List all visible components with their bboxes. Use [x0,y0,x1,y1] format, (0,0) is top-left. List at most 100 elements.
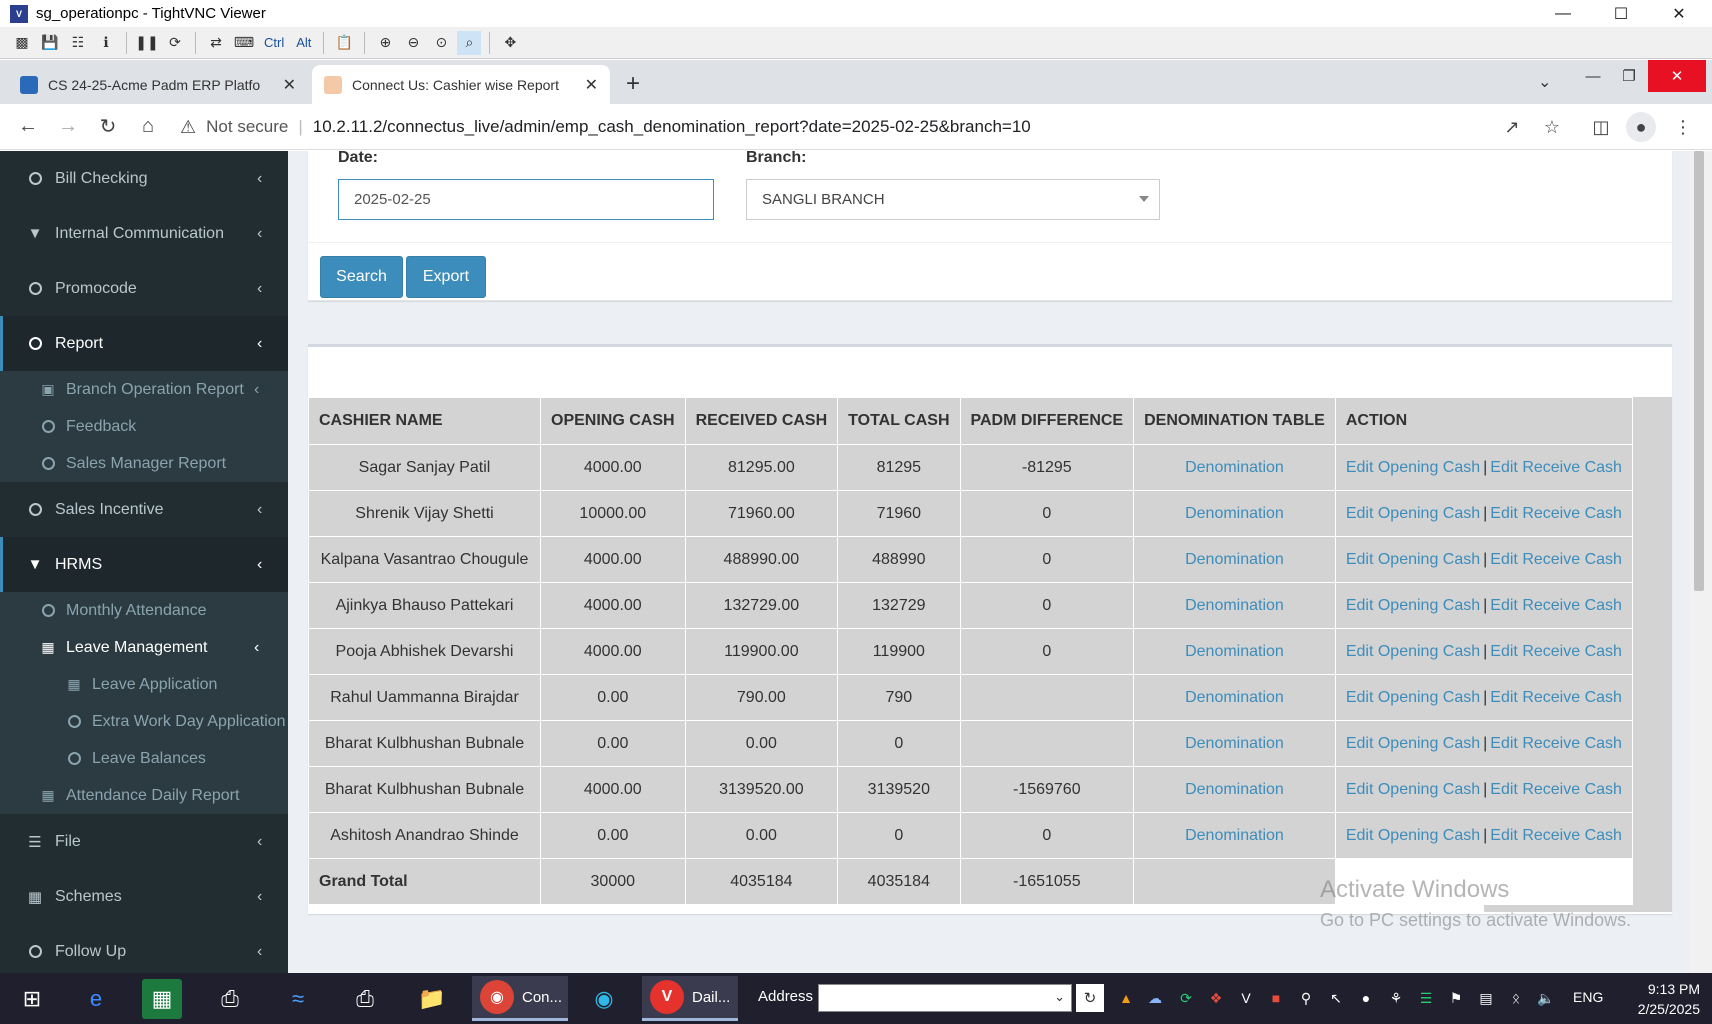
tab-search-chevron-icon[interactable]: ⌄ [1538,72,1551,92]
edit-opening-cash-link[interactable]: Edit Opening Cash [1346,597,1480,614]
side-panel-icon[interactable]: ◫ [1586,112,1616,142]
sidebar-item-file[interactable]: ☰ File ‹ [0,814,288,869]
fax-icon[interactable]: ⎙ [345,979,385,1019]
printer-icon[interactable]: ⎙ [210,979,250,1019]
denomination-link[interactable]: Denomination [1185,459,1284,476]
sidebar-item-schemes[interactable]: ▦ Schemes ‹ [0,869,288,924]
taskbar-chrome-button[interactable]: ◉ Con... [472,976,568,1021]
sidebar-item-leave-application[interactable]: ▦ Leave Application [0,666,288,703]
ctrl-alt-del-icon[interactable]: ⌨ [232,31,256,55]
edit-receive-cash-link[interactable]: Edit Receive Cash [1490,735,1622,752]
sidebar-item-follow-up[interactable]: Follow Up ‹ [0,924,288,973]
spreadsheet-icon[interactable]: ▦ [142,979,182,1019]
new-connection-icon[interactable]: ▩ [10,31,34,55]
tray-cursor-icon[interactable]: ↖ [1324,986,1348,1010]
sync-icon[interactable]: ⟳ [1174,986,1198,1010]
taskbar-vivaldi-button[interactable]: V Dail... [642,976,738,1021]
denomination-link[interactable]: Denomination [1185,505,1284,522]
alt-key-button[interactable]: Alt [292,31,315,55]
taskbar-address-input[interactable]: ⌄ [818,984,1072,1012]
tray-search-icon[interactable]: ⚲ [1294,986,1318,1010]
home-icon[interactable]: ⌂ [128,109,168,145]
profile-avatar-icon[interactable]: ● [1626,112,1656,142]
tab-erp-platform[interactable]: CS 24-25-Acme Padm ERP Platfo ✕ [8,65,308,104]
sidebar-item-leave-management[interactable]: ▦ Leave Management ‹ [0,629,288,666]
tray-red-icon[interactable]: ■ [1264,986,1288,1010]
refresh-icon[interactable]: ⟳ [163,31,187,55]
edit-receive-cash-link[interactable]: Edit Receive Cash [1490,459,1622,476]
url-omnibox[interactable]: ⚠ Not secure | 10.2.11.2/connectus_live/… [180,110,1480,144]
sidebar-item-sales-incentive[interactable]: Sales Incentive ‹ [0,482,288,537]
reload-icon[interactable]: ↻ [88,109,128,145]
bookmark-star-icon[interactable]: ☆ [1537,112,1567,142]
save-icon[interactable]: 💾 [38,31,62,55]
taskbar-clock[interactable]: 9:13 PM 2/25/2025 [1620,979,1700,1019]
zoom-fit-icon[interactable]: ⌕ [457,30,482,55]
denomination-link[interactable]: Denomination [1185,643,1284,660]
flag-icon[interactable]: ⚑ [1444,986,1468,1010]
sidebar-item-leave-balances[interactable]: Leave Balances [0,740,288,777]
edit-opening-cash-link[interactable]: Edit Opening Cash [1346,781,1480,798]
minimize-icon[interactable]: — [1534,0,1592,27]
network-icon[interactable]: ▤ [1474,986,1498,1010]
browser-close-icon[interactable]: ✕ [1648,60,1706,92]
forward-arrow-icon[interactable]: → [48,109,88,145]
share-icon[interactable]: ↗ [1497,112,1527,142]
sidebar-item-hrms[interactable]: ▼ HRMS ‹ [0,537,288,592]
edit-receive-cash-link[interactable]: Edit Receive Cash [1490,827,1622,844]
sidebar-item-promocode[interactable]: Promocode ‹ [0,261,288,316]
back-arrow-icon[interactable]: ← [8,109,48,145]
clipboard-icon[interactable]: 📋 [332,31,356,55]
bluetooth-icon[interactable]: ᛟ [1504,986,1528,1010]
new-tab-plus-icon[interactable]: + [626,70,640,98]
sidebar-item-branch-operation-report[interactable]: ▣ Branch Operation Report ‹ [0,371,288,408]
pause-icon[interactable]: ❚❚ [135,31,159,55]
edit-receive-cash-link[interactable]: Edit Receive Cash [1490,597,1622,614]
branch-select[interactable]: SANGLI BRANCH [746,179,1160,220]
edit-receive-cash-link[interactable]: Edit Receive Cash [1490,505,1622,522]
edge-icon[interactable]: ◉ [584,979,624,1019]
cloud-icon[interactable]: ☁ [1143,986,1167,1010]
sidebar-item-monthly-attendance[interactable]: Monthly Attendance [0,592,288,629]
tray-green-icon[interactable]: ☰ [1414,986,1438,1010]
edit-receive-cash-link[interactable]: Edit Receive Cash [1490,551,1622,568]
edit-opening-cash-link[interactable]: Edit Opening Cash [1346,689,1480,706]
edit-opening-cash-link[interactable]: Edit Opening Cash [1346,505,1480,522]
sidebar-item-attendance-daily-report[interactable]: ▦ Attendance Daily Report [0,777,288,814]
denomination-link[interactable]: Denomination [1185,551,1284,568]
close-tab-icon[interactable]: ✕ [585,75,598,95]
maximize-icon[interactable]: ☐ [1592,0,1650,27]
tab-cashier-report[interactable]: Connect Us: Cashier wise Report ✕ [312,65,610,104]
sidebar-item-bill-checking[interactable]: Bill Checking ‹ [0,151,288,206]
volume-icon[interactable]: 🔈 [1534,986,1558,1010]
zoom-100-icon[interactable]: ⊙ [429,31,453,55]
tray-usb-icon[interactable]: ⚘ [1384,986,1408,1010]
edit-opening-cash-link[interactable]: Edit Opening Cash [1346,735,1480,752]
close-icon[interactable]: ✕ [1650,0,1708,27]
tray-disc-icon[interactable]: ● [1354,986,1378,1010]
sidebar-item-extra-work-day-application[interactable]: Extra Work Day Application [0,703,288,740]
internet-explorer-icon[interactable]: e [76,979,116,1019]
edit-opening-cash-link[interactable]: Edit Opening Cash [1346,459,1480,476]
edit-opening-cash-link[interactable]: Edit Opening Cash [1346,643,1480,660]
language-indicator[interactable]: ENG [1573,989,1603,1005]
edit-opening-cash-link[interactable]: Edit Opening Cash [1346,827,1480,844]
export-button[interactable]: Export [406,256,486,298]
denomination-link[interactable]: Denomination [1185,827,1284,844]
transfer-icon[interactable]: ⇄ [204,31,228,55]
tray-app-icon[interactable]: ▲ [1114,986,1138,1010]
info-icon[interactable]: ℹ [94,31,118,55]
search-button[interactable]: Search [320,256,403,298]
date-input[interactable]: 2025-02-25 [338,179,714,220]
tray-v-icon[interactable]: V [1234,986,1258,1010]
sidebar-item-internal-communication[interactable]: ▼ Internal Communication ‹ [0,206,288,261]
ctrl-key-button[interactable]: Ctrl [260,31,288,55]
edit-receive-cash-link[interactable]: Edit Receive Cash [1490,689,1622,706]
taskbar-refresh-icon[interactable]: ↻ [1076,984,1104,1012]
windows-start-icon[interactable]: ⊞ [12,979,52,1019]
edit-receive-cash-link[interactable]: Edit Receive Cash [1490,643,1622,660]
page-scrollbar[interactable] [1690,151,1712,973]
close-tab-icon[interactable]: ✕ [283,75,296,95]
options-icon[interactable]: ☷ [66,31,90,55]
denomination-link[interactable]: Denomination [1185,689,1284,706]
